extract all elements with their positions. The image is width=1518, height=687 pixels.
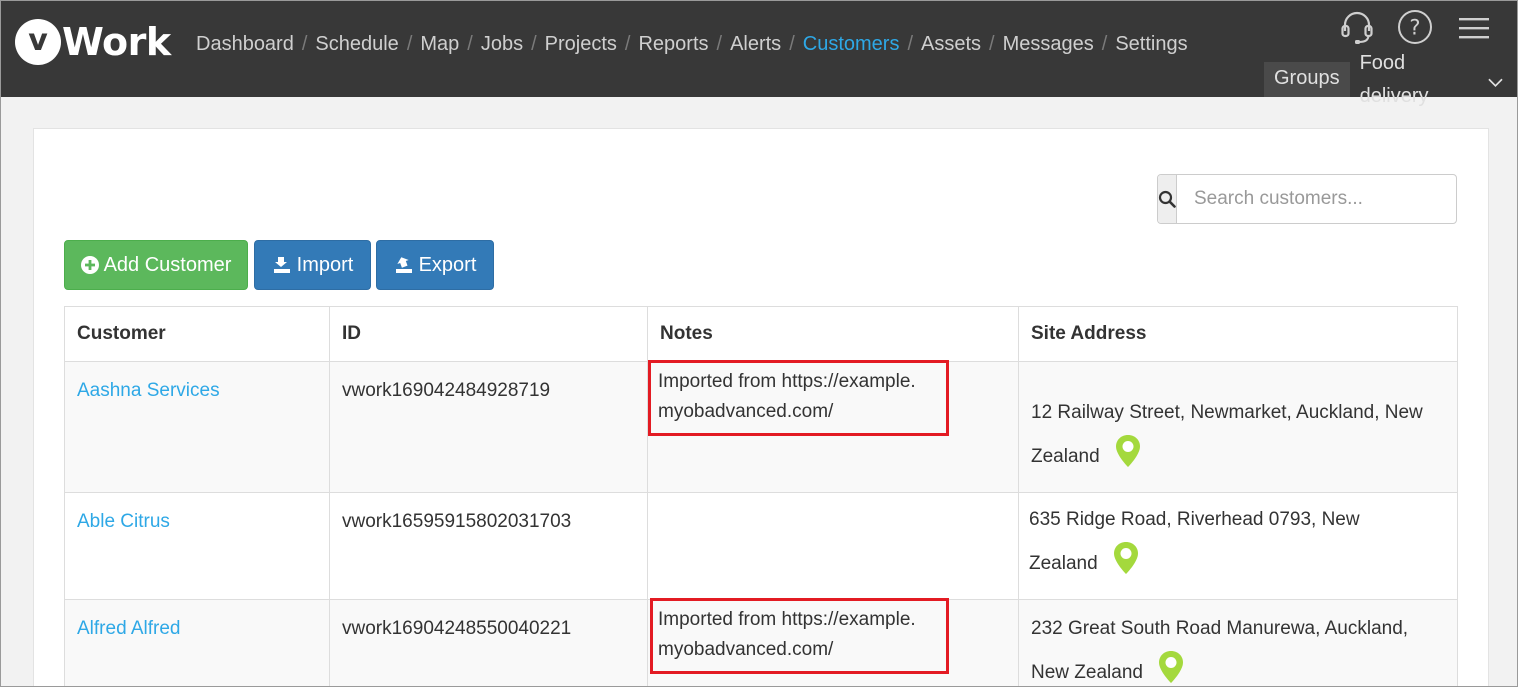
customer-link[interactable]: Alfred Alfred xyxy=(77,618,181,639)
group-dropdown[interactable]: Food delivery xyxy=(1349,52,1513,107)
customer-link[interactable]: Able Citrus xyxy=(77,511,170,532)
logo-mark: v xyxy=(15,19,61,65)
export-icon xyxy=(394,255,414,275)
nav-separator: / xyxy=(716,33,723,55)
nav-item-settings[interactable]: Settings xyxy=(1115,33,1187,56)
address-line: Zealand xyxy=(1029,553,1098,574)
site-address-cell: 12 Railway Street, Newmarket, Auckland, … xyxy=(1018,361,1458,493)
map-pin-icon[interactable] xyxy=(1115,434,1141,468)
add-customer-button[interactable]: Add Customer xyxy=(64,240,248,290)
table-row: Alfred Alfred vwork16904248550040221 Imp… xyxy=(64,598,1458,686)
export-button[interactable]: Export xyxy=(376,240,494,290)
search-icon xyxy=(1158,190,1176,208)
customer-link[interactable]: Aashna Services xyxy=(77,380,220,401)
customer-cell: Able Citrus xyxy=(64,492,330,600)
column-header-customer[interactable]: Customer xyxy=(64,306,330,362)
id-cell: vwork16904248550040221 xyxy=(329,599,648,686)
customer-cell: Aashna Services xyxy=(64,361,330,493)
customers-panel: Add Customer Import Export xyxy=(33,128,1489,686)
hamburger-menu-icon[interactable] xyxy=(1457,15,1491,41)
nav-separator: / xyxy=(301,33,308,55)
customers-table: Customer ID Notes Site Address Aashna Se… xyxy=(64,306,1458,686)
plus-circle-icon xyxy=(80,256,99,274)
notes-cell: Imported from https://example. myobadvan… xyxy=(647,360,1019,493)
nav-separator: / xyxy=(467,33,473,55)
column-header-site-address[interactable]: Site Address xyxy=(1018,306,1458,362)
table-header-row: Customer ID Notes Site Address xyxy=(64,306,1458,362)
import-label: Import xyxy=(296,253,354,276)
nav-item-schedule[interactable]: Schedule xyxy=(315,33,398,56)
search-input[interactable] xyxy=(1177,175,1456,223)
map-pin-icon[interactable] xyxy=(1158,650,1184,684)
nav-separator: / xyxy=(531,33,537,55)
top-header: v Work Dashboard / Schedule / Map / Jobs / Proje… xyxy=(1,1,1517,107)
nav-separator: / xyxy=(1101,33,1108,55)
address-line: New Zealand xyxy=(1031,662,1143,683)
nav-item-reports[interactable]: Reports xyxy=(638,33,708,56)
notes-highlight-box: Imported from https://example. myobadvan… xyxy=(650,598,949,674)
nav-separator: / xyxy=(624,33,631,55)
notes-text-line: Imported from https://example. xyxy=(658,609,916,630)
id-cell: vwork169042484928719 xyxy=(329,361,648,493)
nav-item-alerts[interactable]: Alerts xyxy=(730,33,781,56)
import-button[interactable]: Import xyxy=(254,240,371,290)
map-pin-icon[interactable] xyxy=(1113,541,1139,575)
nav-item-dashboard[interactable]: Dashboard xyxy=(196,33,294,56)
help-icon[interactable]: ? xyxy=(1397,9,1433,45)
main-nav: Dashboard / Schedule / Map / Jobs / Projects / Rep… xyxy=(196,33,1188,56)
add-customer-label: Add Customer xyxy=(103,253,232,276)
address-line: Zealand xyxy=(1031,446,1100,467)
nav-separator: / xyxy=(989,33,995,55)
search-addon[interactable] xyxy=(1158,175,1177,223)
column-header-notes[interactable]: Notes xyxy=(647,306,1019,362)
nav-separator: / xyxy=(907,33,914,55)
headset-icon[interactable] xyxy=(1339,9,1375,45)
notes-cell: Imported from https://example. myobadvan… xyxy=(647,598,1019,686)
app-window: v Work Dashboard / Schedule / Map / Jobs / Proje… xyxy=(0,0,1518,687)
vwork-logo[interactable]: v Work xyxy=(15,18,171,66)
nav-separator: / xyxy=(789,33,795,55)
id-cell: vwork16595915802031703 xyxy=(329,492,648,600)
site-address-cell: 232 Great South Road Manurewa, Auckland,… xyxy=(1018,599,1458,686)
search-box xyxy=(1157,174,1457,224)
nav-item-projects[interactable]: Projects xyxy=(545,33,617,56)
address-line: 232 Great South Road Manurewa, Auckland, xyxy=(1031,618,1409,639)
notes-text-line: myobadvanced.com/ xyxy=(658,639,834,660)
logo-text: Work xyxy=(62,20,171,64)
svg-text:?: ? xyxy=(1409,16,1420,40)
nav-item-messages[interactable]: Messages xyxy=(1003,33,1094,56)
nav-item-customers[interactable]: Customers xyxy=(803,33,900,56)
nav-item-jobs[interactable]: Jobs xyxy=(481,33,523,56)
export-label: Export xyxy=(418,253,477,276)
table-row: Able Citrus vwork16595915802031703 635 R… xyxy=(64,492,1458,600)
table-row: Aashna Services vwork169042484928719 Imp… xyxy=(64,360,1458,493)
customer-cell: Alfred Alfred xyxy=(64,599,330,686)
nav-item-map[interactable]: Map xyxy=(420,33,459,56)
chevron-down-icon xyxy=(1487,78,1503,87)
groups-button[interactable]: Groups xyxy=(1264,62,1350,97)
column-header-id[interactable]: ID xyxy=(329,306,648,362)
address-line: 12 Railway Street, Newmarket, Auckland, … xyxy=(1031,402,1423,423)
site-address-cell: 635 Ridge Road, Riverhead 0793, New Zeal… xyxy=(1018,492,1458,600)
notes-cell xyxy=(647,492,1019,600)
group-dropdown-value: Food delivery xyxy=(1359,51,1429,107)
nav-separator: / xyxy=(406,33,413,55)
group-selector-bar: Groups Food delivery xyxy=(1264,52,1513,107)
notes-text-line: myobadvanced.com/ xyxy=(658,401,834,422)
nav-item-assets[interactable]: Assets xyxy=(921,33,981,56)
address-line: 635 Ridge Road, Riverhead 0793, New xyxy=(1029,509,1360,530)
import-icon xyxy=(272,255,292,275)
notes-highlight-box: Imported from https://example. myobadvan… xyxy=(648,360,949,436)
notes-text-line: Imported from https://example. xyxy=(658,371,916,392)
